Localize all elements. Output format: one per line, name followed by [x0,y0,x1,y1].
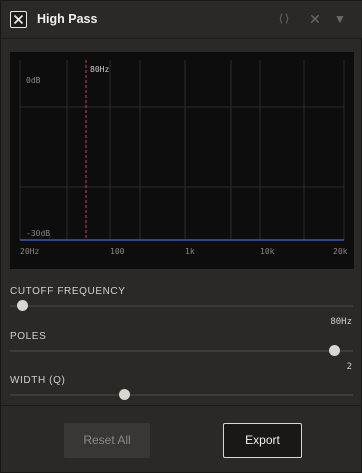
poles-value: 2 [346,362,352,372]
high-pass-panel: High Pass ⟨⟩ ✕ ▼ 80Hz 0dB -30dB 20Hz 100… [0,0,362,473]
width-slider-thumb[interactable] [119,389,131,400]
chevron-down-icon[interactable]: ▼ [331,10,349,28]
close-icon[interactable]: ✕ [306,10,324,28]
poles-slider[interactable] [10,345,353,356]
reset-all-button[interactable]: Reset All [64,423,150,458]
frequency-response-graph[interactable]: 80Hz 0dB -30dB 20Hz 100 1k 10k 20k [10,52,354,269]
code-icon[interactable]: ⟨⟩ [276,10,294,28]
export-button[interactable]: Export [223,423,302,458]
panel-title: High Pass [37,12,98,26]
footer-divider [1,405,362,406]
x-tick-label: 1k [185,247,195,256]
db-top-label: 0dB [26,76,41,85]
width-label: WIDTH (Q) [10,375,66,386]
cutoff-slider[interactable] [10,300,353,311]
cutoff-label: CUTOFF FREQUENCY [10,286,126,297]
close-x-icon [13,14,24,25]
cutoff-marker-label: 80Hz [90,65,109,74]
bypass-toggle[interactable] [10,11,27,28]
x-tick-label: 10k [260,247,275,256]
x-axis-ticks: 20Hz 100 1k 10k 20k [20,247,348,256]
panel-header: High Pass ⟨⟩ ✕ ▼ [1,1,362,39]
db-bottom-label: -30dB [26,229,50,238]
graph-svg: 80Hz 0dB -30dB 20Hz 100 1k 10k 20k [19,60,348,256]
cutoff-slider-thumb[interactable] [16,300,28,311]
x-tick-label: 20k [333,247,348,256]
poles-slider-thumb[interactable] [328,345,340,356]
width-slider[interactable] [10,389,353,400]
graph-grid [19,60,345,240]
cutoff-value: 80Hz [330,317,352,327]
x-tick-label: 100 [110,247,125,256]
poles-label: POLES [10,331,47,342]
x-tick-label: 20Hz [20,247,39,256]
